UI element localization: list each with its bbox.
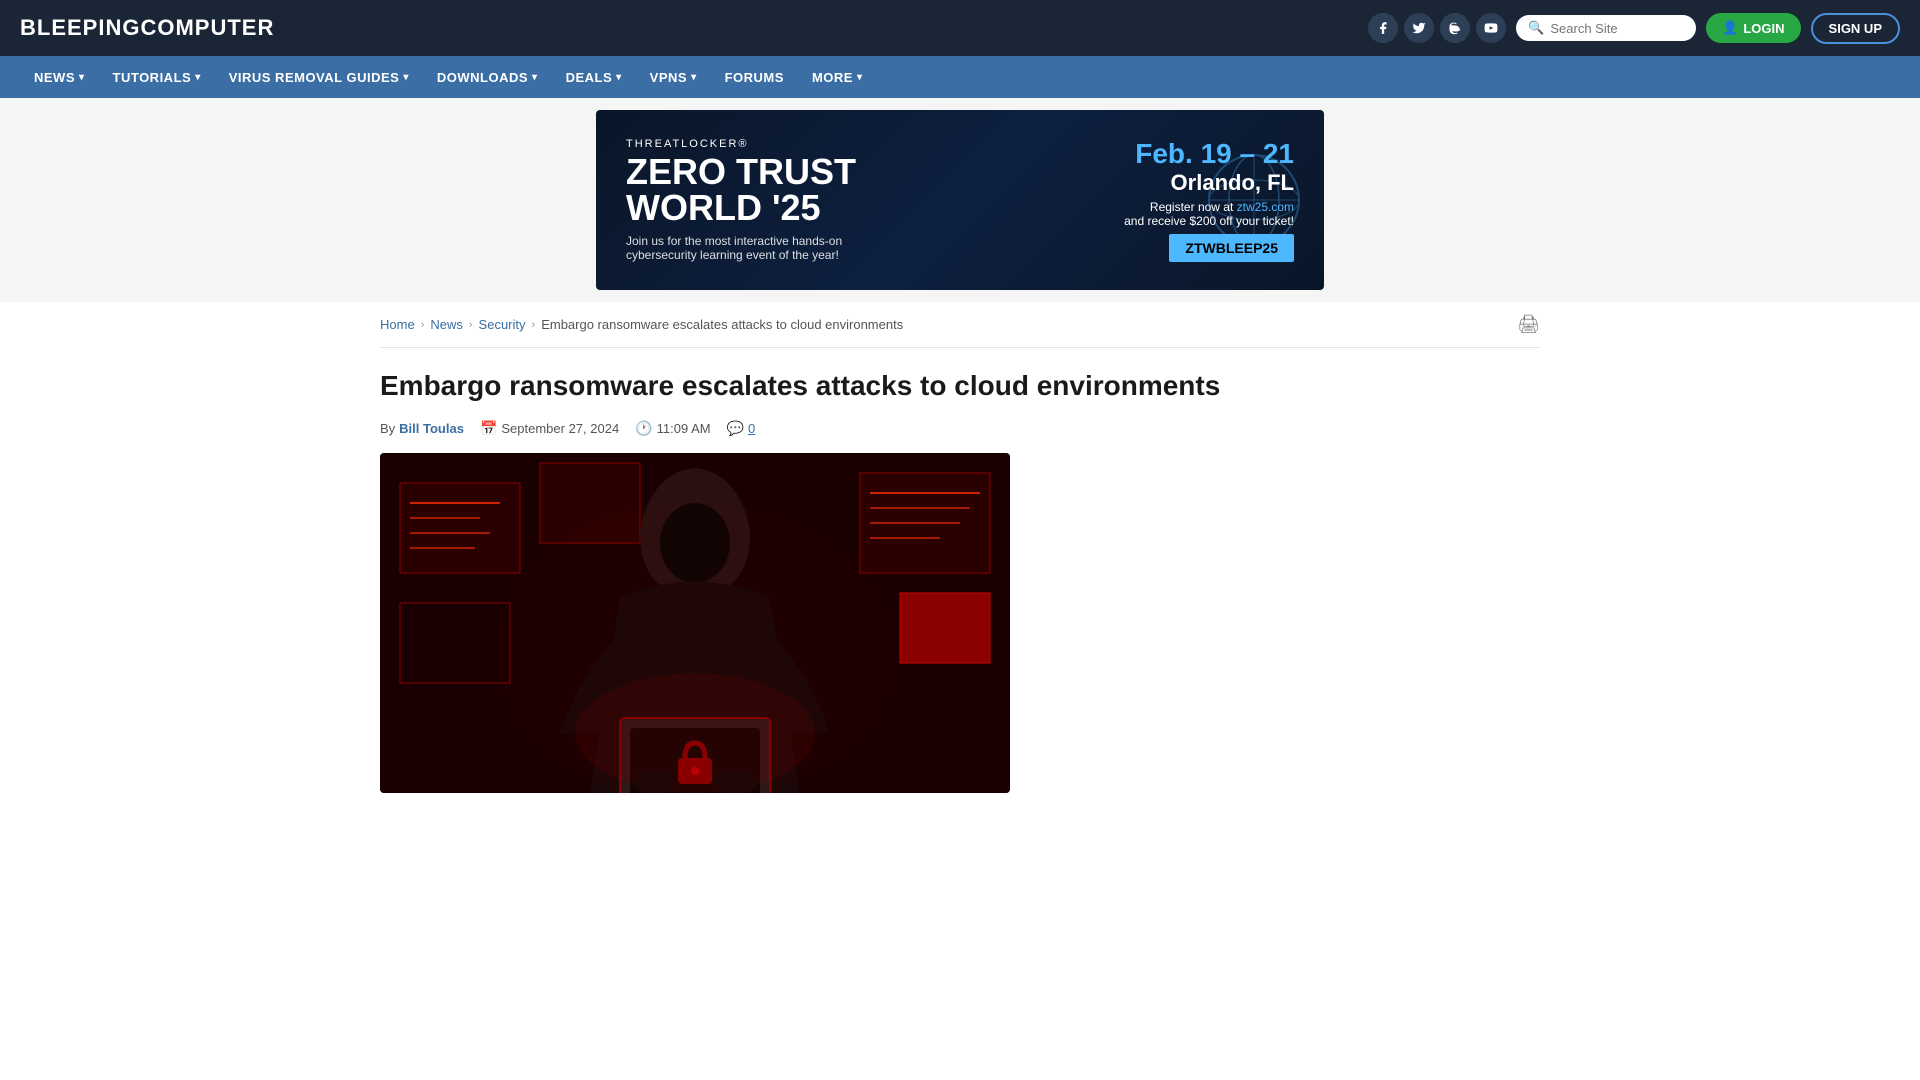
article-hero-image	[380, 453, 1010, 793]
clock-icon: 🕐	[635, 420, 652, 437]
breadcrumb-sep-1: ›	[421, 319, 425, 331]
author-link[interactable]: Bill Toulas	[399, 421, 464, 436]
breadcrumb-current: Embargo ransomware escalates attacks to …	[541, 317, 903, 332]
login-button[interactable]: 👤 LOGIN	[1706, 13, 1800, 43]
article-title: Embargo ransomware escalates attacks to …	[380, 368, 1540, 404]
facebook-icon[interactable]	[1368, 13, 1398, 43]
breadcrumb-sep-2: ›	[469, 319, 473, 331]
breadcrumb-sep-3: ›	[532, 319, 536, 331]
nav-downloads[interactable]: DOWNLOADS ▾	[423, 56, 552, 98]
ad-promo-code: ZTWBLEEP25	[1169, 234, 1294, 262]
search-box: 🔍	[1516, 15, 1696, 41]
calendar-icon: 📅	[480, 420, 497, 437]
search-icon: 🔍	[1528, 20, 1544, 36]
user-icon: 👤	[1722, 20, 1738, 36]
hacker-illustration	[380, 453, 1010, 793]
site-logo[interactable]: BLEEPINGCOMPUTER	[20, 15, 274, 41]
virus-removal-dropdown-arrow: ▾	[403, 72, 409, 83]
breadcrumb-news[interactable]: News	[430, 317, 463, 332]
site-header: BLEEPINGCOMPUTER 🔍 👤 LOGIN SIGN UP	[0, 0, 1920, 56]
vpns-dropdown-arrow: ▾	[691, 72, 697, 83]
logo-text-bold: COMPUTER	[140, 15, 274, 40]
more-dropdown-arrow: ▾	[857, 72, 863, 83]
comments-link[interactable]: 0	[748, 421, 755, 436]
header-right: 🔍 👤 LOGIN SIGN UP	[1368, 13, 1900, 44]
article-date: 📅 September 27, 2024	[480, 420, 619, 437]
nav-news[interactable]: NEWS ▾	[20, 56, 99, 98]
article-time: 🕐 11:09 AM	[635, 420, 710, 437]
print-button[interactable]: 🖨	[1517, 314, 1540, 335]
nav-vpns[interactable]: VPNS ▾	[636, 56, 711, 98]
search-input[interactable]	[1550, 21, 1684, 36]
twitter-icon[interactable]	[1404, 13, 1434, 43]
signup-button[interactable]: SIGN UP	[1811, 13, 1900, 44]
deals-dropdown-arrow: ▾	[616, 72, 622, 83]
login-label: LOGIN	[1743, 21, 1784, 36]
social-icons	[1368, 13, 1506, 43]
tutorials-dropdown-arrow: ▾	[195, 72, 201, 83]
ad-date: Feb. 19 – 21	[1034, 138, 1294, 170]
ad-discount: and receive $200 off your ticket!	[1124, 214, 1294, 228]
signup-label: SIGN UP	[1829, 21, 1882, 36]
nav-tutorials[interactable]: TUTORIALS ▾	[99, 56, 215, 98]
ad-title: ZERO TRUST WORLD '25	[626, 154, 1034, 226]
article-meta: By Bill Toulas 📅 September 27, 2024 🕐 11…	[380, 420, 1540, 437]
article-author: By Bill Toulas	[380, 421, 464, 436]
youtube-icon[interactable]	[1476, 13, 1506, 43]
breadcrumb-security[interactable]: Security	[479, 317, 526, 332]
ad-banner: THREATLOCKER® ZERO TRUST WORLD '25 Join …	[0, 98, 1920, 302]
logo-text-light: BLEEPING	[20, 15, 140, 40]
ad-url: ztw25.com	[1237, 200, 1294, 214]
comments-icon: 💬	[727, 420, 744, 437]
news-dropdown-arrow: ▾	[79, 72, 85, 83]
content-wrapper: Home › News › Security › Embargo ransomw…	[360, 302, 1560, 793]
downloads-dropdown-arrow: ▾	[532, 72, 538, 83]
breadcrumb: Home › News › Security › Embargo ransomw…	[380, 302, 1540, 348]
ad-register: Register now at ztw25.com and receive $2…	[1034, 200, 1294, 228]
nav-deals[interactable]: DEALS ▾	[552, 56, 636, 98]
ad-subtitle: Join us for the most interactive hands-o…	[626, 234, 1034, 262]
breadcrumb-home[interactable]: Home	[380, 317, 415, 332]
ad-inner[interactable]: THREATLOCKER® ZERO TRUST WORLD '25 Join …	[596, 110, 1324, 290]
nav-forums[interactable]: FORUMS	[711, 56, 798, 98]
ad-left: THREATLOCKER® ZERO TRUST WORLD '25 Join …	[626, 138, 1034, 262]
ad-brand: THREATLOCKER®	[626, 138, 1034, 150]
article-comments: 💬 0	[727, 420, 756, 437]
mastodon-icon[interactable]	[1440, 13, 1470, 43]
nav-more[interactable]: MORE ▾	[798, 56, 877, 98]
ad-location: Orlando, FL	[1034, 170, 1294, 196]
nav-virus-removal[interactable]: VIRUS REMOVAL GUIDES ▾	[215, 56, 423, 98]
ad-right: Feb. 19 – 21 Orlando, FL Register now at…	[1034, 138, 1294, 262]
main-nav: NEWS ▾ TUTORIALS ▾ VIRUS REMOVAL GUIDES …	[0, 56, 1920, 98]
